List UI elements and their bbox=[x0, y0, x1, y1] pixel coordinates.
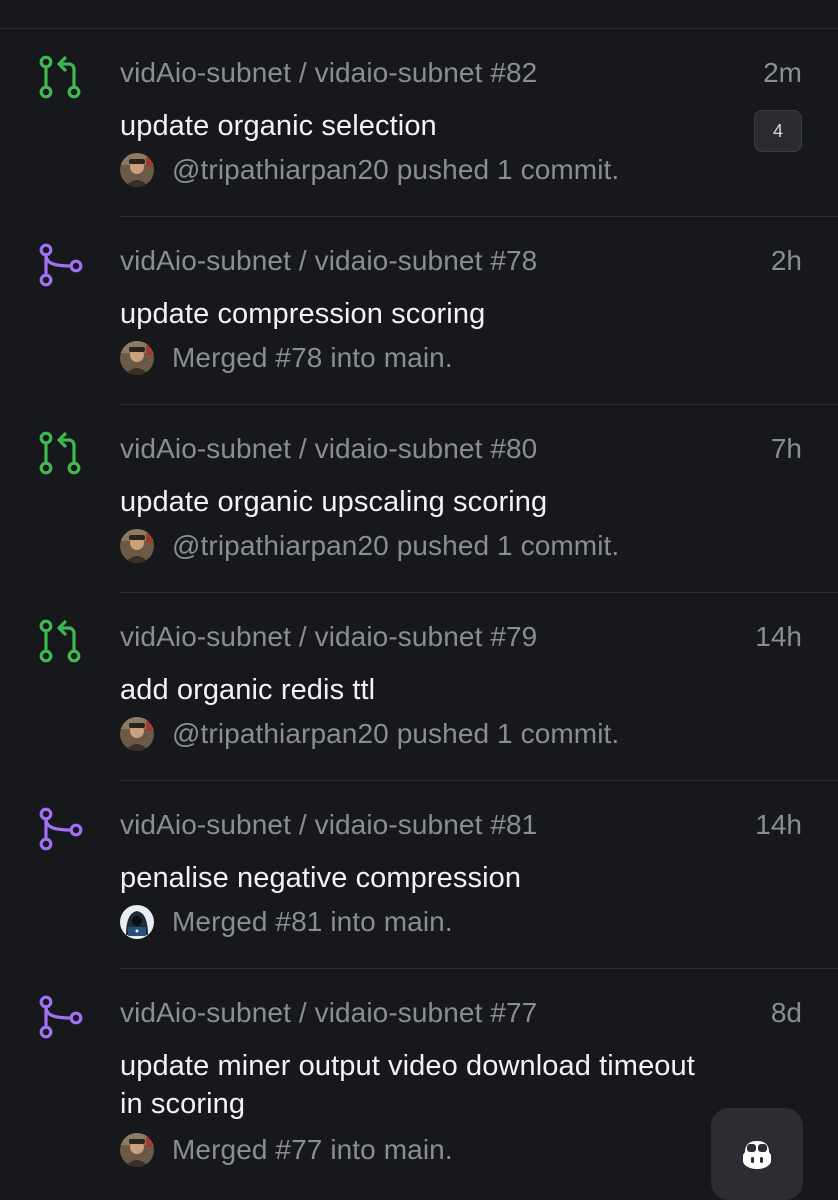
user-photo-avatar bbox=[120, 717, 154, 751]
activity-text: Merged #81 into main. bbox=[172, 906, 453, 937]
user-photo-avatar bbox=[120, 529, 154, 563]
notifications-screen: vidAio-subnet / vidaio-subnet #82 2m upd… bbox=[0, 0, 838, 1200]
timestamp: 2h bbox=[770, 245, 802, 276]
activity-text: @tripathiarpan20 pushed 1 commit. bbox=[172, 530, 620, 561]
copilot-icon bbox=[743, 1141, 771, 1169]
repo-reference: vidAio-subnet / vidaio-subnet #78 bbox=[120, 245, 538, 276]
pull-request-merged-icon bbox=[34, 991, 86, 1043]
activity-summary: Merged #78 into main. bbox=[120, 341, 453, 375]
activity-text: @tripathiarpan20 pushed 1 commit. bbox=[172, 718, 620, 749]
timestamp: 2m bbox=[763, 57, 802, 88]
feed-item[interactable]: vidAio-subnet / vidaio-subnet #79 14h ad… bbox=[0, 593, 838, 781]
activity-feed: vidAio-subnet / vidaio-subnet #82 2m upd… bbox=[0, 29, 838, 1197]
activity-summary: Merged #81 into main. bbox=[120, 905, 453, 939]
item-title: penalise negative compression bbox=[120, 862, 522, 894]
activity-summary: @tripathiarpan20 pushed 1 commit. bbox=[120, 529, 619, 563]
activity-summary: @tripathiarpan20 pushed 1 commit. bbox=[120, 717, 619, 751]
feed-item[interactable]: vidAio-subnet / vidaio-subnet #80 7h upd… bbox=[0, 405, 838, 593]
item-title: update organic selection bbox=[120, 110, 437, 142]
feed-item[interactable]: vidAio-subnet / vidaio-subnet #82 2m upd… bbox=[0, 29, 838, 217]
pull-request-open-icon bbox=[34, 51, 86, 103]
item-title: update compression scoring bbox=[120, 298, 486, 330]
pull-request-merged-icon bbox=[34, 803, 86, 855]
user-photo-avatar bbox=[120, 1133, 154, 1167]
pull-request-open-icon bbox=[34, 615, 86, 667]
activity-summary: @tripathiarpan20 pushed 1 commit. bbox=[120, 153, 619, 187]
timestamp: 7h bbox=[770, 433, 802, 464]
item-title: add organic redis ttl bbox=[120, 674, 376, 706]
comment-count-badge: 4 bbox=[754, 110, 802, 152]
item-title: update organic upscaling scoring bbox=[120, 486, 548, 518]
repo-reference: vidAio-subnet / vidaio-subnet #82 bbox=[120, 57, 538, 88]
activity-text: Merged #77 into main. bbox=[172, 1134, 453, 1165]
timestamp: 14h bbox=[755, 621, 802, 652]
timestamp: 8d bbox=[770, 997, 802, 1028]
repo-reference: vidAio-subnet / vidaio-subnet #81 bbox=[120, 809, 538, 840]
timestamp: 14h bbox=[755, 809, 802, 840]
repo-reference: vidAio-subnet / vidaio-subnet #77 bbox=[120, 997, 538, 1028]
repo-reference: vidAio-subnet / vidaio-subnet #80 bbox=[120, 433, 538, 464]
feed-item[interactable]: vidAio-subnet / vidaio-subnet #81 14h pe… bbox=[0, 781, 838, 969]
activity-summary: Merged #77 into main. bbox=[120, 1133, 453, 1167]
repo-reference: vidAio-subnet / vidaio-subnet #79 bbox=[120, 621, 538, 652]
user-photo-avatar bbox=[120, 341, 154, 375]
hacker-avatar bbox=[120, 905, 154, 939]
activity-text: @tripathiarpan20 pushed 1 commit. bbox=[172, 154, 620, 185]
user-photo-avatar bbox=[120, 153, 154, 187]
item-title: update miner output video download timeo… bbox=[120, 1050, 695, 1120]
pull-request-merged-icon bbox=[34, 239, 86, 291]
pull-request-open-icon bbox=[34, 427, 86, 479]
feed-item[interactable]: vidAio-subnet / vidaio-subnet #78 2h upd… bbox=[0, 217, 838, 405]
copilot-button[interactable] bbox=[711, 1108, 803, 1200]
activity-text: Merged #78 into main. bbox=[172, 342, 453, 373]
